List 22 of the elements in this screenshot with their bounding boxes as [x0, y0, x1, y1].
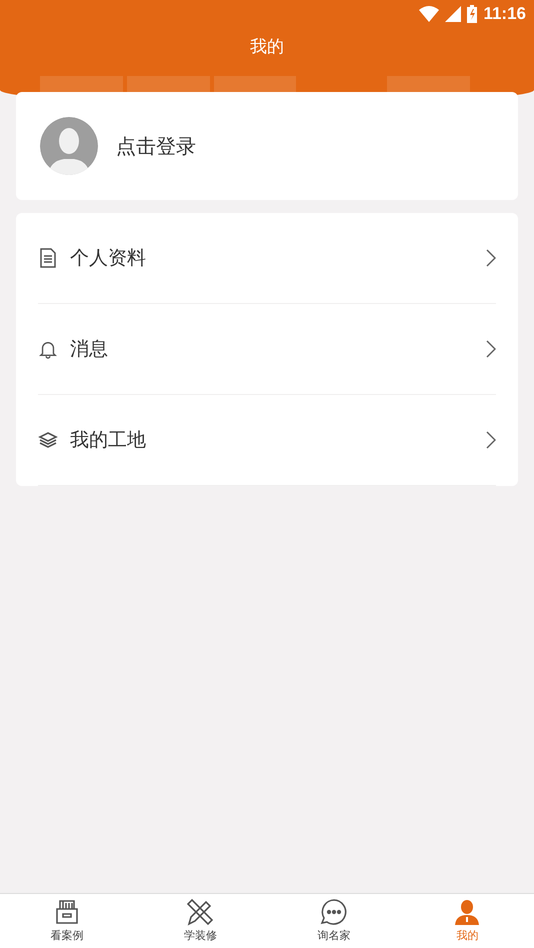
- chevron-right-icon: [486, 340, 496, 358]
- pencil-ruler-icon: [186, 898, 214, 926]
- tab[interactable]: 学装修: [134, 894, 267, 948]
- status-time: 11:16: [483, 4, 526, 24]
- login-label: 点击登录: [116, 132, 196, 160]
- chat-bubble-icon: [320, 898, 348, 926]
- menu-item[interactable]: 我的工地: [38, 395, 496, 486]
- document-icon: [39, 248, 57, 268]
- tab[interactable]: 看案例: [0, 894, 134, 948]
- chevron-right-icon: [486, 249, 496, 267]
- menu-item[interactable]: 消息: [38, 304, 496, 395]
- person-icon: [453, 898, 482, 926]
- page-title: 我的: [249, 36, 285, 58]
- battery-icon: [467, 5, 478, 23]
- wifi-icon: [419, 6, 440, 22]
- login-card[interactable]: 点击登录: [16, 92, 518, 200]
- signal-icon: [445, 6, 462, 22]
- tab[interactable]: 询名家: [267, 894, 400, 948]
- avatar-icon: [40, 117, 98, 175]
- menu-item[interactable]: 个人资料: [38, 213, 496, 304]
- layers-icon: [38, 430, 58, 450]
- chevron-right-icon: [486, 431, 496, 449]
